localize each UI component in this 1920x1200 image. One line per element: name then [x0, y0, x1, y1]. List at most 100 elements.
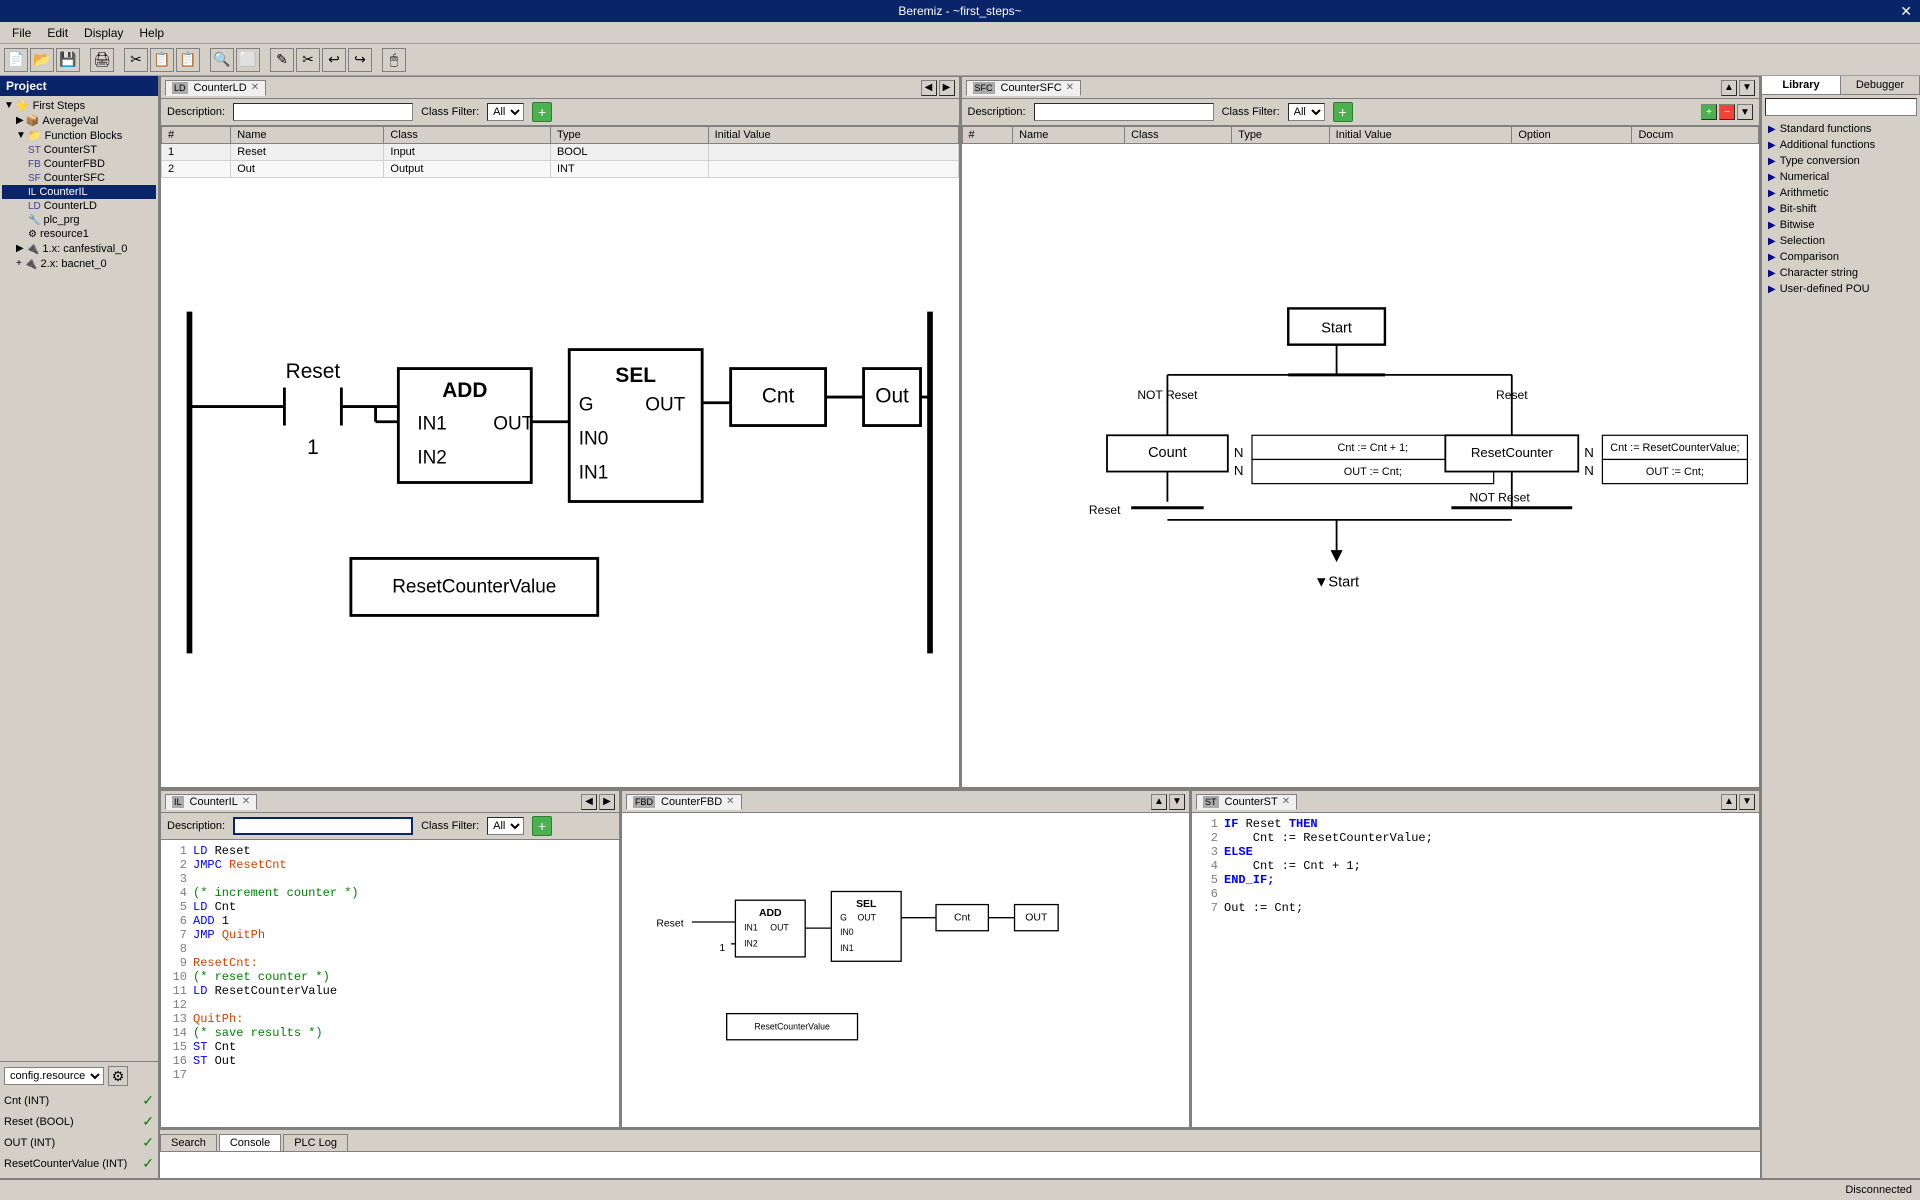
scroll-up-button[interactable]: ▲ — [1721, 80, 1737, 96]
lib-item-typeconversion[interactable]: ▶ Type conversion — [1764, 153, 1918, 169]
lib-search — [1762, 95, 1920, 119]
scroll-left-button[interactable]: ◀ — [581, 794, 597, 810]
close-icon[interactable]: ✕ — [726, 796, 734, 807]
lib-item-bitwise[interactable]: ▶ Bitwise — [1764, 217, 1918, 233]
print-button[interactable]: 🖨 — [90, 48, 114, 72]
tree-item-counterld[interactable]: LD CounterLD — [2, 199, 156, 213]
green-button[interactable]: + — [1701, 104, 1717, 120]
scroll-down-button[interactable]: ▼ — [1739, 80, 1755, 96]
tree-item-plcprg[interactable]: 🔧 plc_prg — [2, 213, 156, 227]
description-input-il[interactable] — [233, 817, 413, 835]
lib-item-charstring[interactable]: ▶ Character string — [1764, 265, 1918, 281]
tree-item-canfestival[interactable]: ▶ 🔌 1.x: canfestival_0 — [2, 241, 156, 256]
close-icon[interactable]: ✕ — [1282, 796, 1290, 807]
lib-item-additional[interactable]: ▶ Additional functions — [1764, 137, 1918, 153]
lib-item-bitshift[interactable]: ▶ Bit-shift — [1764, 201, 1918, 217]
save-button[interactable]: 💾 — [56, 48, 80, 72]
il-editor[interactable]: 1 LD Reset 2 JMPC ResetCnt 3 4 — [161, 840, 619, 1127]
panel-controls: ◀ ▶ — [921, 80, 955, 96]
menu-display[interactable]: Display — [76, 24, 131, 42]
eraser-button[interactable]: ✂ — [296, 48, 320, 72]
lib-search-input[interactable] — [1765, 98, 1917, 116]
scroll-right-button[interactable]: ▶ — [939, 80, 955, 96]
description-input-ld[interactable] — [233, 103, 413, 121]
menu-file[interactable]: File — [4, 24, 39, 42]
out-label: OUT — [645, 394, 685, 415]
cursor-button[interactable]: 🖱 — [382, 48, 406, 72]
zoom-fit-button[interactable]: ⬜ — [236, 48, 260, 72]
linenum: 4 — [165, 886, 193, 900]
close-icon[interactable]: ✕ — [251, 82, 259, 93]
tree-item-counterst[interactable]: ST CounterST — [2, 143, 156, 157]
open-button[interactable]: 📂 — [30, 48, 54, 72]
tree-item-bacnet[interactable]: + 🔌 2.x: bacnet_0 — [2, 256, 156, 271]
class-filter-select-il[interactable]: All — [487, 817, 524, 835]
tree-label: 2.x: bacnet_0 — [41, 258, 107, 270]
panel-header-fbd: FBD CounterFBD ✕ ▲ ▼ — [622, 791, 1189, 813]
class-filter-select-sfc[interactable]: All — [1288, 103, 1325, 121]
tree-item-resource1[interactable]: ⚙ resource1 — [2, 227, 156, 241]
zoom-in-button[interactable]: 🔍 — [210, 48, 234, 72]
red-button[interactable]: − — [1719, 104, 1735, 120]
down-arrow-button[interactable]: ▼ — [1737, 104, 1753, 120]
tab-counter-il[interactable]: IL CounterIL ✕ — [165, 794, 257, 810]
redo-button[interactable]: ↪ — [348, 48, 372, 72]
lib-item-userpou[interactable]: ▶ User-defined POU — [1764, 281, 1918, 297]
close-icon[interactable]: ✕ — [1066, 82, 1074, 93]
tab-counter-sfc[interactable]: SFC CounterSFC ✕ — [966, 80, 1082, 96]
new-button[interactable]: 📄 — [4, 48, 28, 72]
st-editor[interactable]: 1 IF Reset THEN 2 Cnt := ResetCounterVal… — [1192, 813, 1759, 1127]
paste-button[interactable]: 📋 — [176, 48, 200, 72]
tab-library[interactable]: Library — [1762, 76, 1841, 94]
scroll-left-button[interactable]: ◀ — [921, 80, 937, 96]
tree-item-functionblocks[interactable]: ▼ 📁 Function Blocks — [2, 128, 156, 143]
lib-item-comparison[interactable]: ▶ Comparison — [1764, 249, 1918, 265]
il-line-3: 3 — [165, 872, 615, 886]
undo-button[interactable]: ↩ — [322, 48, 346, 72]
cnt-label-fbd: Cnt — [954, 912, 970, 923]
add-variable-button-ld[interactable]: + — [532, 102, 552, 122]
config-select[interactable]: config.resource — [4, 1067, 104, 1085]
lib-item-standard[interactable]: ▶ Standard functions — [1764, 121, 1918, 137]
copy-button[interactable]: 📋 — [150, 48, 174, 72]
draw-button[interactable]: ✎ — [270, 48, 294, 72]
tab-counter-fbd[interactable]: FBD CounterFBD ✕ — [626, 794, 742, 810]
tab-counter-ld[interactable]: LD CounterLD ✕ — [165, 80, 266, 96]
scroll-right-button[interactable]: ▶ — [599, 794, 615, 810]
close-button[interactable]: ✕ — [1900, 3, 1912, 20]
scroll-up-button[interactable]: ▲ — [1721, 794, 1737, 810]
lib-item-selection[interactable]: ▶ Selection — [1764, 233, 1918, 249]
cut-button[interactable]: ✂ — [124, 48, 148, 72]
lib-item-arithmetic[interactable]: ▶ Arithmetic — [1764, 185, 1918, 201]
tab-debugger[interactable]: Debugger — [1841, 76, 1920, 94]
menu-help[interactable]: Help — [131, 24, 172, 42]
table-row[interactable]: 1 Reset Input BOOL — [162, 144, 959, 161]
class-filter-select-ld[interactable]: All — [487, 103, 524, 121]
tab-plclog[interactable]: PLC Log — [283, 1134, 348, 1151]
tab-search[interactable]: Search — [160, 1134, 217, 1151]
description-input-sfc[interactable] — [1034, 103, 1214, 121]
tab-label: CounterFBD — [661, 796, 722, 808]
menu-edit[interactable]: Edit — [39, 24, 76, 42]
add-variable-button-sfc[interactable]: + — [1333, 102, 1353, 122]
scroll-down-button[interactable]: ▼ — [1169, 794, 1185, 810]
tree-item-counteril[interactable]: IL CounterIL — [2, 185, 156, 199]
close-icon[interactable]: ✕ — [242, 796, 250, 807]
add-variable-button-il[interactable]: + — [532, 816, 552, 836]
tab-console[interactable]: Console — [219, 1134, 281, 1151]
scroll-down-button[interactable]: ▼ — [1739, 794, 1755, 810]
tree-item-countersfc[interactable]: SF CounterSFC — [2, 171, 156, 185]
tree-item-counterfbd[interactable]: FB CounterFBD — [2, 157, 156, 171]
config-settings-button[interactable]: ⚙ — [108, 1066, 128, 1086]
tree-item-averageval[interactable]: ▶ 📦 AverageVal — [2, 113, 156, 128]
reset-label-fbd: Reset — [656, 918, 683, 929]
tab-counter-st[interactable]: ST CounterST ✕ — [1196, 794, 1297, 810]
g-label: G — [579, 394, 594, 415]
tree-item-firststeps[interactable]: ▼ 🌟 First Steps — [2, 98, 156, 113]
project-title: Project — [6, 79, 47, 93]
console-tabs: Search Console PLC Log — [160, 1130, 1760, 1152]
table-row[interactable]: 2 Out Output INT — [162, 161, 959, 178]
scroll-up-button[interactable]: ▲ — [1151, 794, 1167, 810]
lib-item-numerical[interactable]: ▶ Numerical — [1764, 169, 1918, 185]
var-check-icon: ✓ — [142, 1134, 154, 1151]
